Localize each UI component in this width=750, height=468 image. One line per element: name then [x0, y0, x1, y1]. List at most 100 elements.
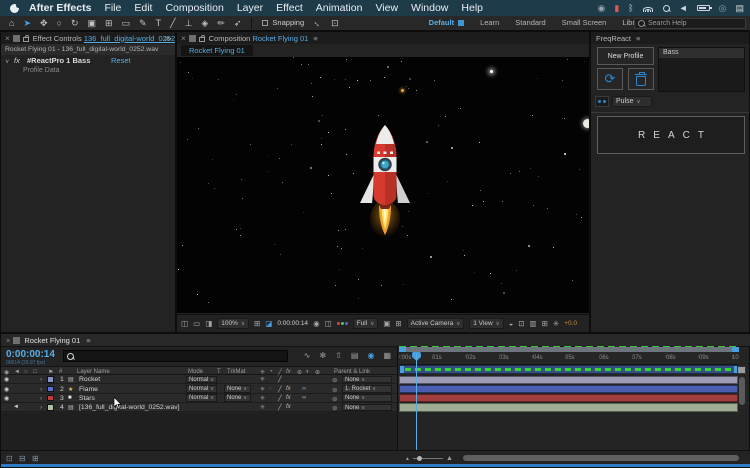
magnification-dropdown[interactable]: 100% [217, 318, 249, 329]
parent-pickwhip-icon[interactable]: ⊚ [332, 386, 337, 394]
menu-edit[interactable]: Edit [134, 3, 152, 14]
playhead-line[interactable] [416, 353, 417, 456]
spotlight-icon[interactable] [662, 4, 670, 12]
layer-row-rocket[interactable]: ◉ › 1 ▤ Rocket Normal ✳ ╱ ⊚ None [1, 375, 397, 385]
grid-guides-icon[interactable]: ⊞ [254, 319, 260, 328]
collapse-switch-icon[interactable]: ✳ [260, 395, 265, 402]
control-center-icon[interactable]: ▤ [735, 3, 744, 13]
blend-mode-dropdown[interactable]: Normal [186, 394, 217, 402]
region-of-interest-icon[interactable]: ▣ [383, 319, 390, 328]
layer-name-column-header[interactable]: Layer Name [77, 369, 110, 375]
hand-tool-icon[interactable]: ✥ [40, 18, 48, 28]
snap-box-icon[interactable]: ⊡ [331, 18, 339, 28]
selection-tool-icon[interactable]: ➤ [23, 18, 31, 28]
parent-dropdown[interactable]: None [342, 375, 392, 384]
link-icon[interactable]: ∞ [302, 386, 306, 392]
close-panel-icon[interactable]: × [181, 34, 186, 43]
expand-in-out-icon[interactable]: ⊡ [6, 454, 13, 463]
layer-visibility-toggle[interactable]: ◉ [4, 376, 9, 383]
reaction-mode-dropdown[interactable]: Pulse [612, 96, 652, 107]
menu-help[interactable]: Help [461, 3, 483, 14]
parent-link-column-header[interactable]: Parent & Link [334, 369, 370, 375]
snapping-checkbox[interactable] [262, 20, 269, 26]
pen-tool-icon[interactable]: ✎ [139, 18, 147, 28]
quality-switch-icon[interactable]: ╱ [278, 404, 282, 411]
menu-effect[interactable]: Effect [276, 3, 303, 14]
layer-name[interactable]: Flame [79, 386, 98, 393]
comp-marker-bin[interactable] [737, 366, 746, 374]
fx-switch-icon[interactable]: fx [286, 386, 291, 392]
layer-label-swatch[interactable] [47, 404, 54, 411]
wifi-icon[interactable] [643, 4, 654, 12]
close-panel-icon[interactable]: × [5, 34, 10, 43]
quality-switch-icon[interactable]: ╱ [278, 395, 282, 402]
layer-label-swatch[interactable] [47, 385, 54, 393]
resolution-dropdown[interactable]: Full [352, 318, 379, 329]
layer-bar-flame[interactable] [399, 384, 738, 394]
graph-editor-icon[interactable]: ▦ [383, 351, 391, 360]
menu-layer[interactable]: Layer [237, 3, 263, 14]
time-ruler[interactable]: :00s 01s 02s 03s 04s 05s 06s 07s 08s 09s… [399, 352, 739, 365]
meeting-camera-icon[interactable]: ◉ [597, 3, 605, 13]
effect-switch-dot-icon[interactable]: ◦ [269, 386, 271, 392]
comp-timecode[interactable]: 0:00:00:14 [277, 320, 308, 327]
layer-twirl-icon[interactable]: › [40, 376, 42, 383]
panel-menu-icon[interactable]: ≡ [313, 34, 317, 43]
roto-brush-tool-icon[interactable]: ✏ [217, 18, 225, 28]
3d-view-dropdown[interactable]: Active Camera [406, 318, 465, 329]
freqreact-tab-label[interactable]: FreqReact [596, 34, 631, 43]
layer-bar-rocket[interactable] [399, 375, 738, 384]
flowchart-icon[interactable]: ⊞ [542, 319, 548, 328]
hide-shy-icon[interactable]: ⇧ [335, 351, 342, 360]
parent-dropdown[interactable]: None [342, 394, 392, 402]
eraser-tool-icon[interactable]: ◈ [201, 18, 208, 28]
layer-twirl-icon[interactable]: › [40, 404, 42, 411]
menu-file[interactable]: File [104, 3, 121, 14]
new-profile-button[interactable]: New Profile [597, 47, 654, 65]
fx-switch-icon[interactable]: fx [286, 404, 291, 410]
pan-behind-tool-icon[interactable]: ⊞ [105, 18, 113, 28]
composition-tab-label[interactable]: Composition [209, 34, 251, 43]
mask-visibility-icon[interactable]: ◪ [265, 319, 272, 328]
quality-switch-icon[interactable]: ╱ [278, 376, 282, 383]
battery-icon[interactable] [696, 5, 712, 11]
refresh-profile-button[interactable]: ⟳ [597, 68, 623, 90]
share-frame-icon[interactable]: ◨ [205, 319, 212, 328]
effect-reset-button[interactable]: Reset [111, 55, 131, 66]
work-area-bar[interactable] [399, 365, 739, 374]
menu-animation[interactable]: Animation [316, 3, 363, 14]
volume-icon[interactable]: ◄ [679, 3, 688, 13]
panel-menu-icon[interactable]: ≡ [86, 336, 90, 345]
menu-view[interactable]: View [375, 3, 398, 14]
workspace-default[interactable]: Default [429, 19, 454, 27]
parent-pickwhip-icon[interactable]: ⊚ [332, 395, 337, 403]
reset-exposure-icon[interactable]: ✳ [553, 319, 559, 328]
transparency-grid-icon[interactable]: ⊞ [395, 319, 401, 328]
exposure-value[interactable]: +0.0 [564, 320, 577, 327]
draft-3d-icon[interactable]: ✻ [319, 351, 326, 360]
profile-item-bass[interactable]: Bass [659, 48, 744, 58]
horizontal-scrollbar[interactable] [463, 455, 739, 461]
effect-controls-tab-label[interactable]: Effect Controls [33, 34, 82, 43]
layer-name[interactable]: [136_full_digital-world_0252.wav] [79, 404, 180, 411]
menu-composition[interactable]: Composition [165, 3, 223, 14]
zoom-tool-icon[interactable]: ○ [57, 18, 62, 28]
snap-diagonal-icon[interactable]: ↔ [311, 16, 324, 29]
fx-switch-icon[interactable]: fx [286, 395, 291, 401]
layer-label-swatch[interactable] [47, 376, 54, 383]
layer-visibility-toggle[interactable]: ◉ [4, 386, 9, 393]
workspace-standard[interactable]: Standard [515, 19, 545, 27]
close-panel-icon[interactable]: × [6, 336, 10, 345]
fast-previews-icon[interactable]: ⊡ [518, 319, 524, 328]
show-channel-icon[interactable] [336, 322, 348, 325]
trkmat-dropdown[interactable]: None [224, 385, 251, 393]
mode-column-header[interactable]: Mode [188, 369, 203, 375]
blend-mode-dropdown[interactable]: Normal [186, 375, 217, 384]
layer-twirl-icon[interactable]: › [40, 395, 42, 402]
trkmat-column-header[interactable]: TrkMat [227, 369, 245, 375]
puppet-pin-tool-icon[interactable]: ➶ [234, 18, 242, 28]
home-tool-icon[interactable]: ⌂ [9, 18, 14, 28]
layer-bar-stars[interactable] [399, 394, 738, 403]
shape-tool-icon[interactable]: ▭ [122, 18, 131, 28]
timeline-zoom-slider[interactable]: ▲ ▲ [405, 455, 457, 462]
